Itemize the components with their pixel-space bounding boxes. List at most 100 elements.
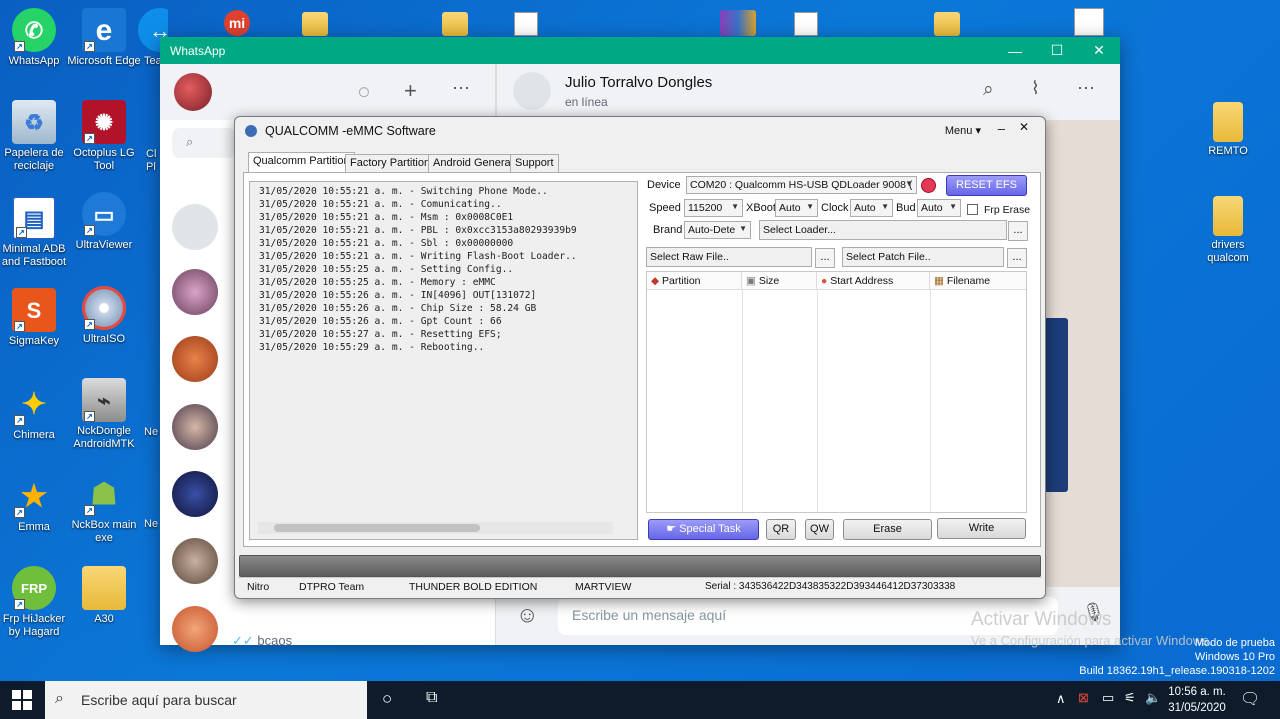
windows-start-icon[interactable] — [12, 690, 32, 710]
chat-avatar[interactable] — [172, 404, 218, 450]
brand-select[interactable]: Auto-Dete ▼ — [684, 221, 751, 239]
column-header-size[interactable]: ▣ Size — [742, 272, 817, 290]
task-view-icon[interactable]: ⧉ — [426, 689, 437, 707]
folder-icon[interactable] — [934, 12, 960, 36]
maximize-button[interactable]: ☐ — [1036, 37, 1078, 64]
scrollbar-thumb[interactable] — [274, 524, 480, 532]
qr-button[interactable]: QR — [766, 519, 796, 540]
minimize-button[interactable]: – — [998, 121, 1005, 136]
desktop-icon-edge[interactable]: e ↗ Microsoft Edge — [66, 8, 142, 68]
reset-efs-button[interactable]: RESET EFS — [946, 175, 1027, 196]
notifications-icon[interactable]: 🗨 — [1240, 689, 1260, 709]
log-horizontal-scrollbar[interactable] — [258, 522, 613, 534]
xboot-select[interactable]: Auto ▼ — [775, 199, 818, 217]
chat-avatar[interactable] — [172, 538, 218, 584]
tab-android-general[interactable]: Android General — [428, 154, 519, 172]
qw-button[interactable]: QW — [805, 519, 834, 540]
desktop-icon-ultraviewer[interactable]: ▭ ↗ UltraViewer — [66, 192, 142, 252]
desktop-icon-ultraiso[interactable]: ↗ UltraISO — [66, 286, 142, 346]
wifi-icon[interactable]: ⚟ — [1124, 690, 1136, 706]
chevron-down-icon: ▼ — [881, 202, 889, 211]
minimize-button[interactable]: — — [994, 37, 1036, 64]
column-header-filename[interactable]: ▦ Filename — [930, 272, 1026, 290]
defender-icon[interactable]: ⊠ — [1078, 690, 1089, 706]
battery-icon[interactable]: ▭ — [1102, 690, 1114, 706]
search-icon[interactable]: ⌕ — [172, 128, 236, 158]
desktop-icon-chimera[interactable]: ✦ ↗ Chimera — [0, 382, 72, 442]
desktop-icon-whatsapp[interactable]: ✆ ↗ WhatsApp — [0, 8, 72, 68]
special-task-button[interactable]: ☛ Special Task — [648, 519, 759, 540]
desktop-icon-a30-folder[interactable]: A30 — [66, 566, 142, 626]
tab-qualcomm-partition[interactable]: Qualcomm Partition — [248, 152, 355, 173]
text-file-icon[interactable] — [1074, 8, 1104, 36]
tab-factory-partition[interactable]: Factory Partition — [345, 154, 436, 172]
profile-avatar[interactable] — [174, 73, 212, 111]
desktop-icon-partial-ne1[interactable]: Ne — [144, 426, 160, 439]
desktop-icon-minimal-adb[interactable]: ▤ ↗ Minimal ADB and Fastboot — [0, 196, 72, 269]
chat-avatar[interactable] — [172, 606, 218, 652]
clock-select[interactable]: Auto ▼ — [850, 199, 893, 217]
bud-select[interactable]: Auto ▼ — [917, 199, 961, 217]
log-line: 31/05/2020 10:55:21 a. m. - Sbl : 0x0000… — [259, 238, 514, 249]
file-icon[interactable] — [794, 12, 818, 36]
log-line: 31/05/2020 10:55:26 a. m. - Chip Size : … — [259, 303, 537, 314]
menu-dots-icon[interactable]: ⋯ — [1077, 78, 1095, 99]
chat-avatar[interactable] — [172, 269, 218, 315]
desktop-icon-sigmakey[interactable]: S ↗ SigmaKey — [0, 288, 72, 348]
chat-avatar[interactable] — [172, 471, 218, 517]
desktop-icon-nckbox[interactable]: ☗ ↗ NckBox main exe — [66, 472, 142, 545]
patch-file-field[interactable]: Select Patch File.. — [842, 247, 1004, 267]
search-icon[interactable]: ⌕ — [983, 79, 994, 101]
chat-avatar[interactable] — [172, 204, 218, 250]
desktop-icon-octoplus[interactable]: ✺ ↗ Octoplus LG Tool — [66, 100, 142, 173]
desktop-icon-frp-hijacker[interactable]: FRP ↗ Frp HiJacker by Hagard — [0, 566, 72, 639]
raw-file-field[interactable]: Select Raw File.. — [646, 247, 812, 267]
cortana-icon[interactable]: ○ — [382, 689, 392, 709]
volume-icon[interactable]: 🔈 — [1145, 690, 1161, 706]
speed-select[interactable]: 115200 ▼ — [684, 199, 743, 217]
folder-icon[interactable] — [302, 12, 328, 36]
desktop-icon-partial-ne2[interactable]: Ne — [144, 518, 160, 531]
desktop-icon-remto[interactable]: REMTO — [1190, 102, 1266, 158]
device-select[interactable]: COM20 : Qualcomm HS-USB QDLoader 9008 (▼ — [686, 176, 917, 194]
mi-icon[interactable]: mi — [224, 10, 250, 36]
file-icon[interactable] — [514, 12, 538, 36]
chevron-up-icon[interactable]: ∧ — [1056, 691, 1066, 707]
status-icon[interactable]: ◌ — [358, 81, 370, 104]
frp-hijacker-icon: FRP ↗ — [12, 566, 56, 610]
browse-raw-button[interactable]: ... — [815, 248, 835, 268]
folder-icon[interactable] — [442, 12, 468, 36]
desktop-icon-emma[interactable]: ★ ↗ Emma — [0, 474, 72, 534]
taskbar-search-box[interactable]: ⌕ Escribe aquí para buscar — [45, 681, 367, 719]
new-chat-icon[interactable]: + — [404, 78, 417, 104]
desktop-icon-recycle-bin[interactable]: ♻ Papelera de reciclaje — [0, 100, 72, 173]
winrar-icon[interactable] — [720, 10, 756, 36]
attach-icon[interactable]: ⌇ — [1031, 78, 1040, 99]
folder-icon — [1213, 196, 1243, 236]
tab-support[interactable]: Support — [510, 154, 559, 172]
column-header-start-address[interactable]: ● Start Address — [817, 272, 930, 290]
chat-avatar[interactable] — [172, 336, 218, 382]
location-pin-icon: ● — [821, 275, 828, 287]
close-button[interactable]: ✕ — [1019, 120, 1029, 134]
shared-image-thumbnail[interactable] — [1044, 318, 1068, 492]
erase-button[interactable]: Erase — [843, 519, 932, 540]
write-button[interactable]: Write — [937, 518, 1026, 539]
menu-dots-icon[interactable]: ⋯ — [452, 78, 470, 99]
loader-field[interactable]: Select Loader... — [759, 220, 1007, 240]
refresh-port-icon[interactable] — [921, 178, 936, 193]
desktop-icon-nckdongle[interactable]: ⌁ ↗ NckDongle AndroidMTK — [66, 378, 142, 451]
contact-avatar[interactable] — [513, 72, 551, 110]
menu-button[interactable]: Menu ▾ — [945, 124, 981, 137]
frp-erase-checkbox[interactable] — [967, 204, 978, 215]
contact-name[interactable]: Julio Torralvo Dongles — [565, 74, 712, 91]
clock[interactable]: 10:56 a. m. 31/05/2020 — [1168, 684, 1226, 716]
emoji-icon[interactable]: ☺ — [516, 602, 538, 628]
desktop-icon-drivers-qualcom[interactable]: drivers qualcom — [1190, 196, 1266, 265]
close-button[interactable]: ✕ — [1078, 37, 1120, 64]
desktop-icon-partial-cl[interactable]: Cl Pl — [146, 148, 160, 174]
chevron-down-icon: ▼ — [949, 202, 957, 211]
browse-patch-button[interactable]: ... — [1007, 248, 1027, 268]
browse-loader-button[interactable]: ... — [1008, 221, 1028, 241]
column-header-partition[interactable]: ◆ Partition — [647, 272, 742, 290]
